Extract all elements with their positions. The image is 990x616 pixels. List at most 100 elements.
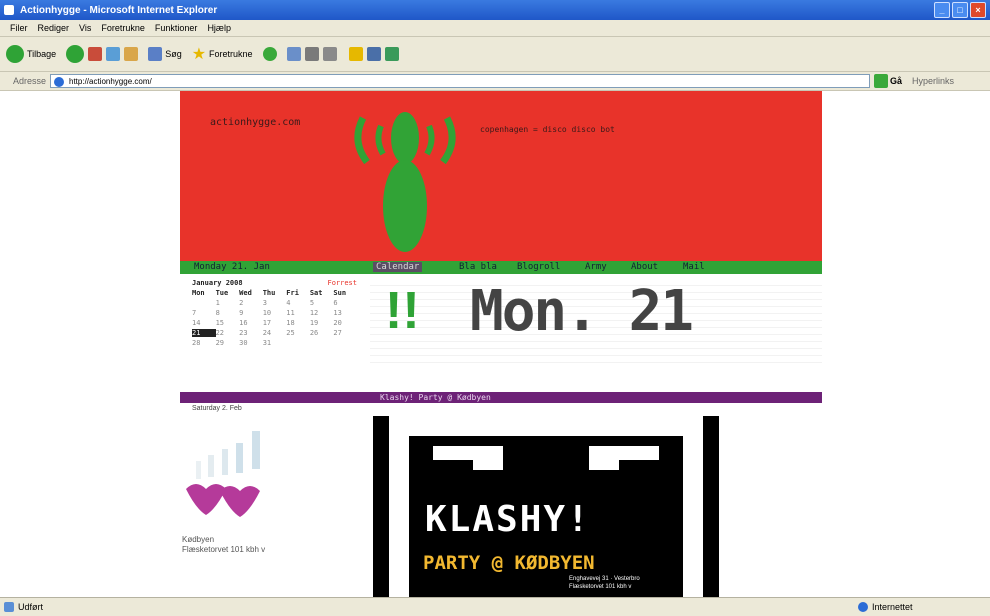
calendar-day[interactable]: 2 [239,299,263,307]
nav-about[interactable]: About [631,262,658,272]
calendar-day[interactable]: 19 [310,319,334,327]
calendar-day[interactable]: 3 [263,299,287,307]
calendar-day-name: Sat [309,289,323,297]
menu-edit[interactable]: Rediger [38,23,70,33]
hands-hearts-illustration [186,431,260,517]
menu-bar: Filer Rediger Vis Foretrukne Funktioner … [0,20,990,37]
folder-icon[interactable] [348,47,363,61]
venue-name: Kødbyen [182,535,215,544]
poster-address: Enghavevej 31 · Vesterbro [569,576,640,582]
window-titlebar: Actionhygge - Microsoft Internet Explore… [0,0,990,20]
nav-army[interactable]: Army [585,262,607,272]
address-bar: Adresse http://actionhygge.com/ Gå Hyper… [0,72,990,91]
calendar-day[interactable]: 24 [263,329,287,337]
nav-calendar[interactable]: Calendar [373,262,423,272]
calendar-day[interactable]: 30 [239,339,263,347]
calendar-day[interactable]: 12 [310,309,334,317]
calendar-day[interactable]: 8 [216,309,240,317]
nav-bla-bla[interactable]: Bla bla [459,262,497,272]
calendar-day[interactable]: 20 [333,319,357,327]
big-date: Mon. 21 [470,279,694,344]
back-button[interactable]: Tilbage [6,45,56,63]
calendar-day[interactable]: 11 [286,309,310,317]
calendar-day[interactable]: 15 [216,319,240,327]
calendar-day-name: Thu [262,289,276,297]
post-date: Saturday 2. Feb [192,405,242,412]
print-icon[interactable] [322,47,337,61]
back-arrow-icon [6,45,24,63]
calendar-month: January 2008 [192,279,243,287]
status-text: Udført [18,602,44,612]
calendar-day[interactable]: 10 [263,309,287,317]
links-button[interactable]: Hyperlinks [912,76,954,86]
post-title-bar: Klashy! Party @ Kødbyen [180,392,822,403]
forward-button[interactable] [66,45,85,63]
menu-favorites[interactable]: Foretrukne [101,23,145,33]
nav-mail[interactable]: Mail [683,262,705,272]
research-icon[interactable] [384,47,399,61]
forward-arrow-icon [66,45,85,63]
waving-figure-logo[interactable] [345,96,465,256]
calendar-grid: Mon Tue Wed Thu Fri Sat Sun 1 2 3 4 5 6 7 8 9 10 11 12 13 14… [192,289,357,347]
post-title[interactable]: Klashy! Party @ Kødbyen [380,393,491,402]
page-icon [54,77,64,87]
site-nav: Monday 21. Jan Calendar Bla bla Blogroll… [180,261,822,274]
close-button[interactable]: × [970,2,986,18]
history-icon[interactable] [286,47,301,61]
event-poster[interactable]: KLASHY! PARTY @ KØDBYEN Enghavevej 31 · … [373,416,719,597]
back-label: Tilbage [27,49,57,59]
maximize-button[interactable]: □ [952,2,968,18]
calendar-next-link[interactable]: Forrest [327,279,357,287]
address-label: Adresse [12,76,46,86]
favorites-label: Foretrukne [209,49,253,59]
calendar-day[interactable]: 4 [286,299,310,307]
home-icon[interactable] [124,47,139,61]
calendar-day[interactable]: 7 [192,309,216,317]
calendar-day[interactable]: 13 [333,309,357,317]
calendar-day[interactable]: 14 [192,319,216,327]
menu-view[interactable]: Vis [79,23,91,33]
calendar-day[interactable]: 1 [216,299,240,307]
calendar-day[interactable]: 28 [192,339,216,347]
exclamation-marks: !! [385,282,420,340]
favorites-button[interactable]: ★ Foretrukne [192,44,253,64]
calendar-day[interactable]: 18 [286,319,310,327]
calendar-day[interactable]: 5 [310,299,334,307]
star-icon: ★ [191,46,207,63]
calendar-day[interactable]: 22 [216,329,240,337]
calendar-day[interactable]: 26 [310,329,334,337]
calendar-day[interactable]: 6 [333,299,357,307]
ie-icon [4,5,14,15]
calendar-day[interactable]: 16 [239,319,263,327]
calendar-day-today[interactable]: 21 [192,329,216,337]
go-button[interactable]: Gå [890,76,902,86]
media-icon[interactable] [262,47,277,61]
minimize-button[interactable]: _ [934,2,950,18]
calendar-day[interactable]: 29 [216,339,240,347]
nav-blogroll[interactable]: Blogroll [517,262,560,272]
calendar-day[interactable]: 27 [333,329,357,337]
go-arrow-icon[interactable] [874,74,888,88]
address-input[interactable]: http://actionhygge.com/ [50,74,870,88]
window-title: Actionhygge - Microsoft Internet Explore… [20,4,218,16]
site-logo-text[interactable]: actionhygge.com [210,117,300,128]
menu-file[interactable]: Filer [10,23,28,33]
calendar-day[interactable]: 31 [263,339,287,347]
menu-help[interactable]: Hjælp [207,23,231,33]
search-button[interactable]: Søg [148,47,182,61]
post-venue: Kødbyen Flæsketorvet 101 kbh v [182,535,265,555]
page-done-icon [4,602,14,612]
calendar-widget: January 2008 Forrest Mon Tue Wed Thu Fri Sat S… [192,279,357,347]
menu-tools[interactable]: Funktioner [155,23,198,33]
stop-icon[interactable] [88,47,103,61]
calendar-day[interactable]: 17 [263,319,287,327]
poster-address-2: Flæsketorvet 101 kbh v [569,584,632,590]
calendar-day-name: Tue [215,289,229,297]
calendar-day [192,299,216,307]
calendar-day[interactable]: 25 [286,329,310,337]
messenger-icon[interactable] [366,47,381,61]
calendar-day[interactable]: 9 [239,309,263,317]
mail-icon[interactable] [304,47,319,61]
refresh-icon[interactable] [106,47,121,61]
calendar-day[interactable]: 23 [239,329,263,337]
